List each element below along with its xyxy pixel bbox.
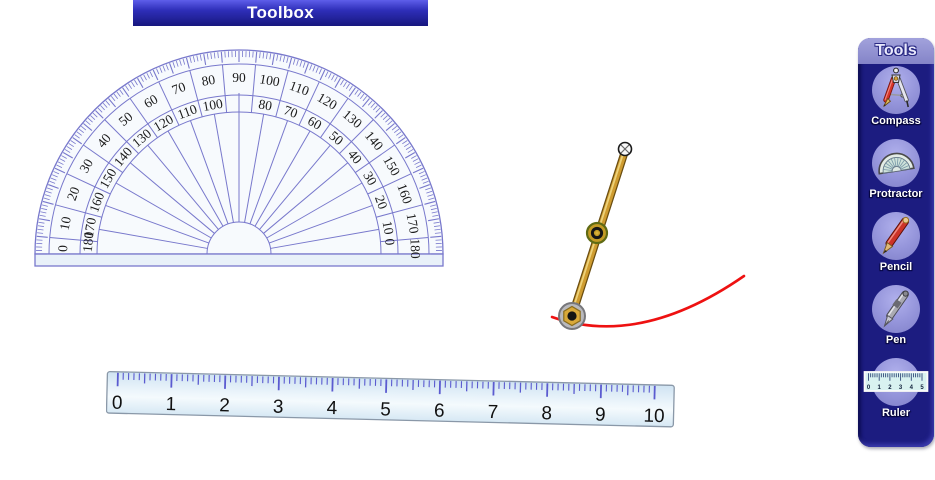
ruler-number: 6 — [434, 401, 445, 422]
ruler-number: 8 — [541, 403, 552, 424]
ruler-tool[interactable]: 0 1 2 3 4 5 6 7 8 9 10 — [106, 370, 686, 430]
tool-label-compass: Compass — [871, 115, 921, 127]
ruler-number: 7 — [487, 402, 498, 423]
tool-label-pencil: Pencil — [880, 261, 912, 273]
ruler-icon: 012345 — [872, 358, 920, 406]
title-bar: Toolbox — [133, 0, 428, 26]
protractor-degree-label: 80 — [257, 96, 273, 113]
compass-tool[interactable] — [540, 130, 760, 340]
pen-icon — [872, 285, 920, 333]
tool-label-ruler: Ruler — [882, 407, 910, 419]
protractor-degree-label: 10 — [380, 220, 397, 236]
app-title: Toolbox — [247, 3, 314, 23]
protractor-degree-label: 80 — [200, 72, 216, 89]
compass-icon — [872, 66, 920, 114]
protractor-degree-label: 10 — [57, 215, 74, 231]
compass-pivot-foot[interactable] — [559, 303, 585, 329]
protractor-degree-label: 0 — [55, 245, 70, 252]
protractor-icon — [872, 139, 920, 187]
ruler-number: 2 — [219, 395, 230, 416]
tool-button-compass[interactable]: Compass — [858, 64, 934, 137]
ruler-number: 3 — [273, 397, 284, 418]
compass-handle-knob[interactable] — [619, 143, 632, 156]
protractor-degree-label: 180 — [408, 238, 424, 259]
ruler-number: 1 — [165, 394, 176, 415]
ruler-number: 5 — [380, 399, 391, 420]
tools-panel-title: Tools — [875, 42, 916, 60]
ruler-number: 10 — [643, 406, 665, 428]
ruler-number: 4 — [326, 398, 338, 419]
tool-label-pen: Pen — [886, 334, 906, 346]
tool-button-ruler[interactable]: 012345 Ruler — [858, 356, 934, 429]
protractor-tool[interactable]: 0102030405060708090100110120130140150160… — [34, 43, 448, 269]
ruler-number: 0 — [112, 393, 123, 414]
tool-button-protractor[interactable]: Protractor — [858, 137, 934, 210]
protractor-degree-label: 90 — [232, 70, 246, 85]
app-canvas: Toolbox 01020304050607080901001101201301… — [0, 0, 935, 480]
tool-button-pencil[interactable]: Pencil — [858, 210, 934, 283]
pencil-icon — [872, 212, 920, 260]
tools-panel-header: Tools — [858, 38, 934, 64]
compass-hinge-nut[interactable] — [587, 223, 607, 243]
ruler-number: 9 — [595, 404, 606, 425]
tool-label-protractor: Protractor — [869, 188, 922, 200]
tools-panel: Tools — [858, 38, 934, 447]
tool-button-pen[interactable]: Pen — [858, 283, 934, 356]
